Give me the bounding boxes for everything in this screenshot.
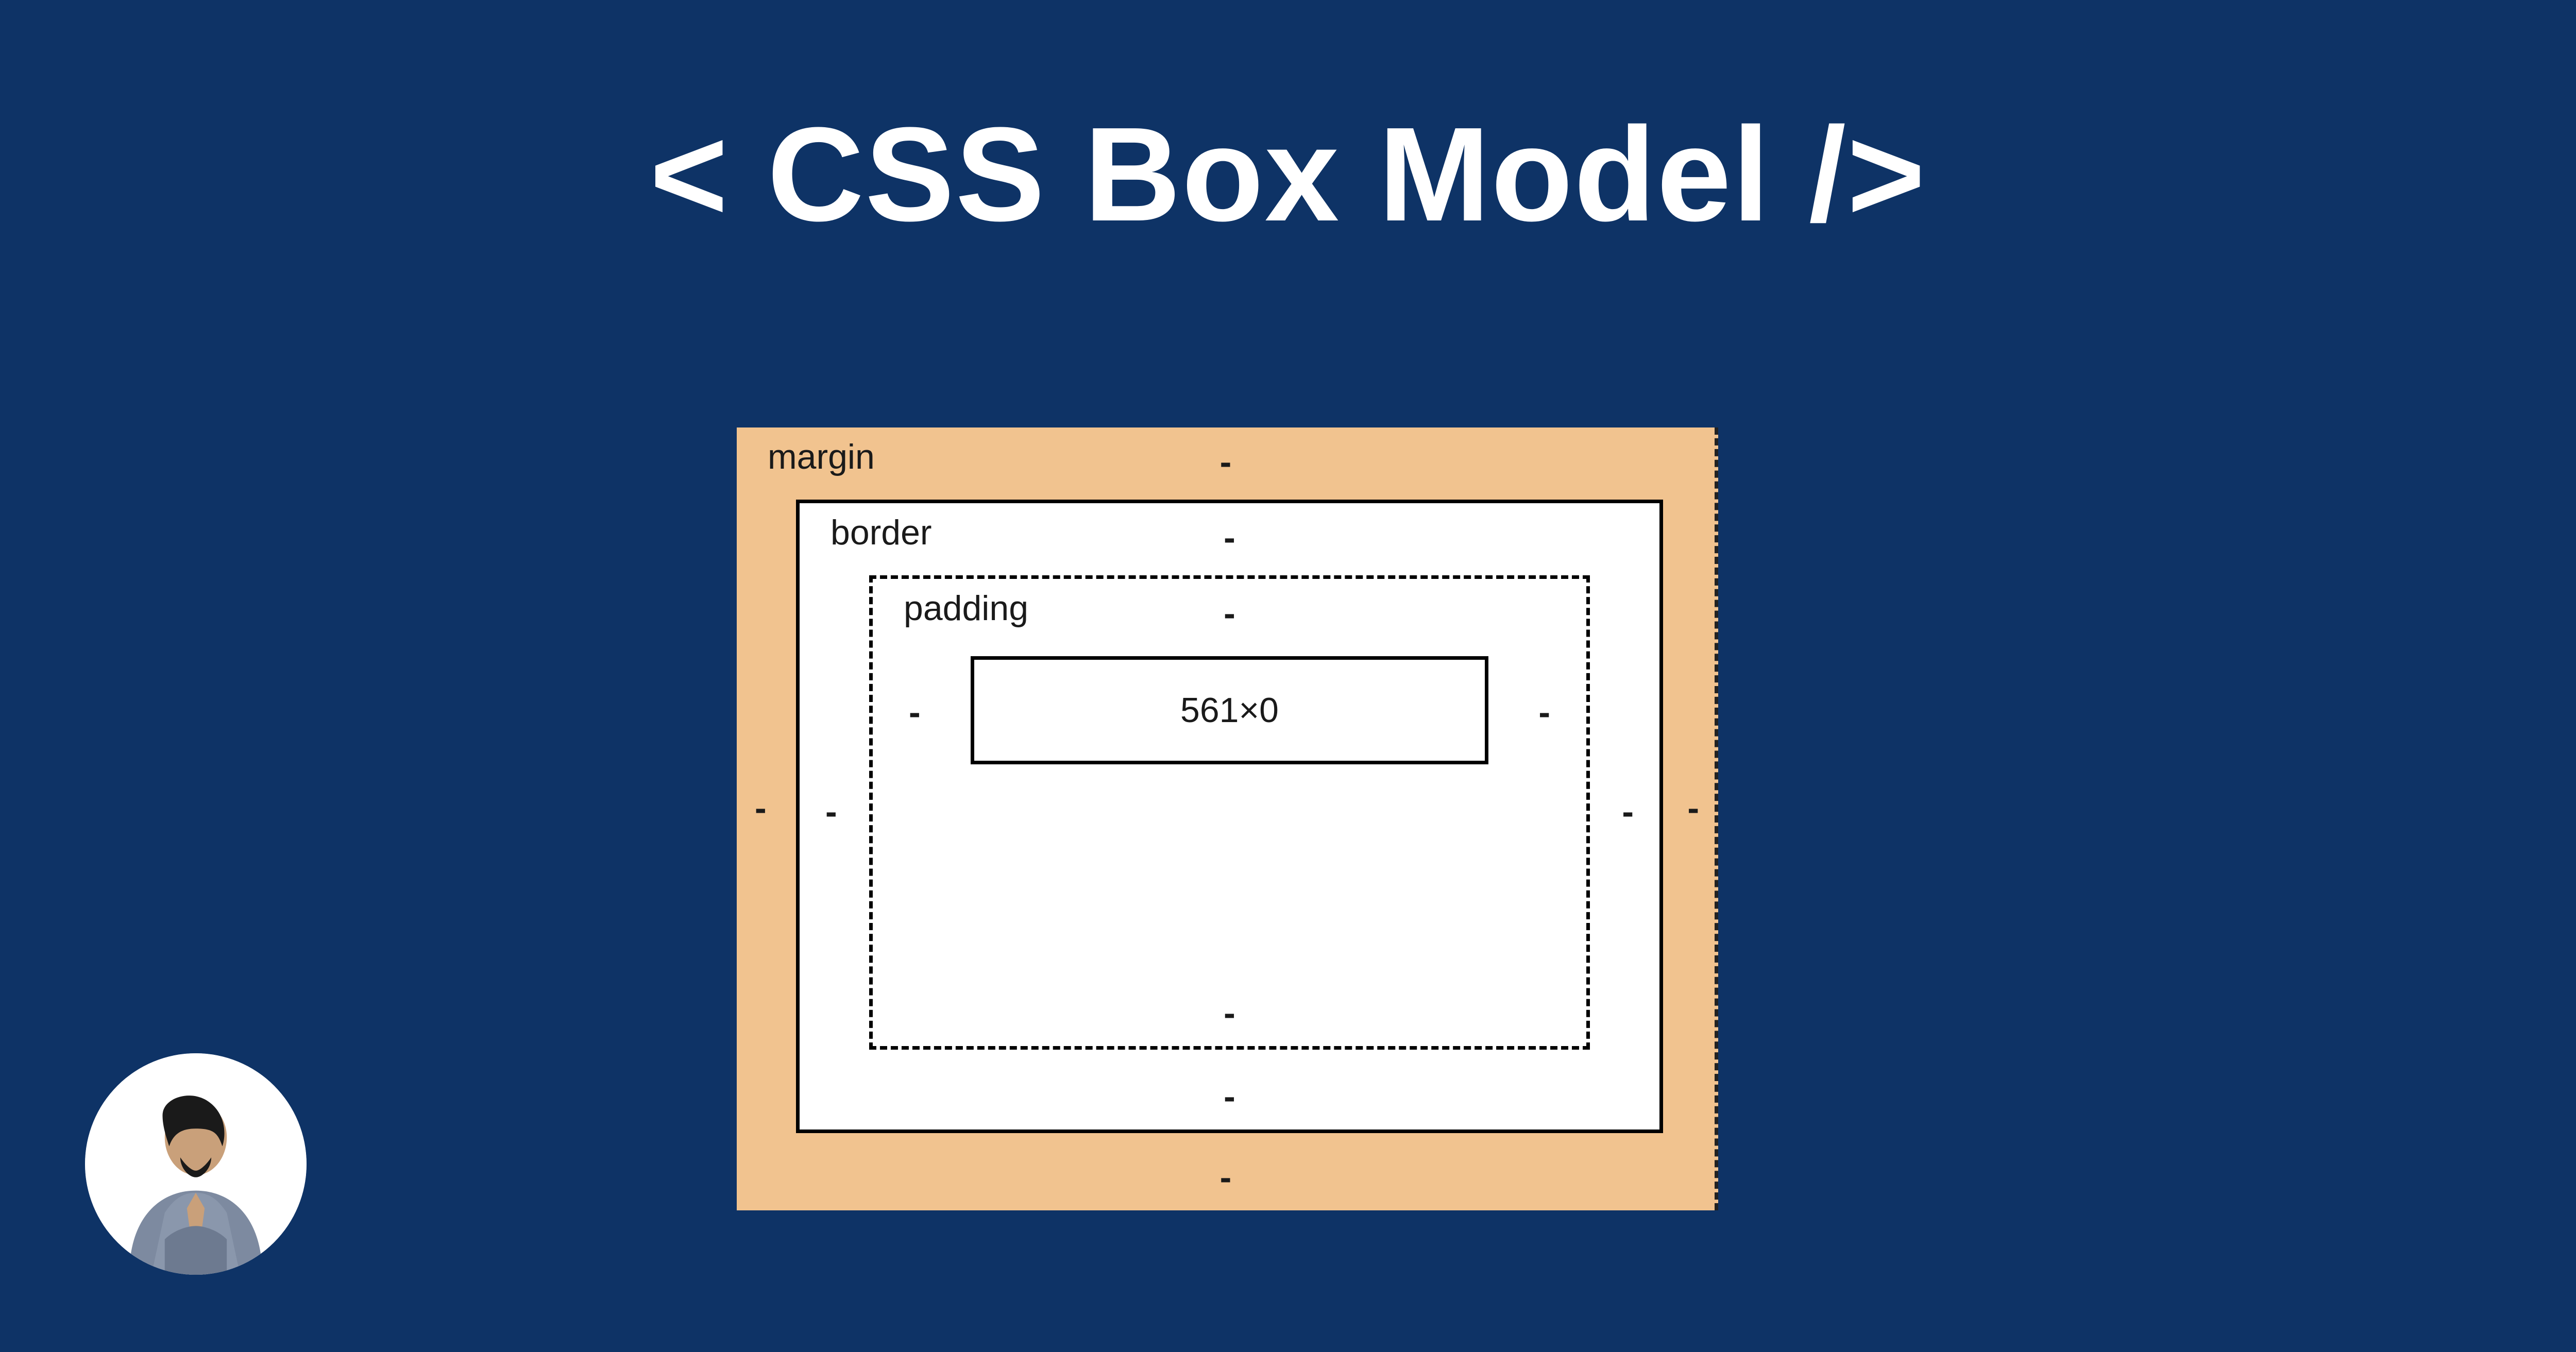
- padding-region: padding - - - - 561×0: [869, 575, 1590, 1050]
- border-left-value: -: [825, 792, 837, 832]
- page-title: < CSS Box Model />: [0, 98, 2576, 252]
- border-region: border - - - - padding - - - - 561×0: [796, 500, 1663, 1133]
- margin-right-value: -: [1687, 788, 1699, 828]
- box-model-diagram: margin - - - - border - - - - padding - …: [737, 427, 1718, 1210]
- margin-top-value: -: [1220, 442, 1232, 482]
- padding-bottom-value: -: [1224, 993, 1235, 1033]
- author-avatar: [85, 1053, 307, 1275]
- content-region: 561×0: [971, 656, 1488, 764]
- padding-top-value: -: [1224, 593, 1235, 634]
- padding-right-value: -: [1538, 692, 1550, 732]
- border-right-value: -: [1622, 792, 1634, 832]
- margin-left-value: -: [755, 788, 767, 828]
- border-label: border: [831, 512, 932, 553]
- margin-label: margin: [768, 437, 875, 477]
- border-top-value: -: [1224, 518, 1235, 558]
- content-dimensions: 561×0: [1180, 690, 1279, 730]
- border-bottom-value: -: [1224, 1076, 1235, 1117]
- margin-bottom-value: -: [1220, 1157, 1232, 1197]
- padding-left-value: -: [909, 692, 921, 732]
- margin-region: margin - - - - border - - - - padding - …: [737, 427, 1715, 1210]
- padding-label: padding: [904, 588, 1028, 628]
- person-icon: [85, 1053, 307, 1275]
